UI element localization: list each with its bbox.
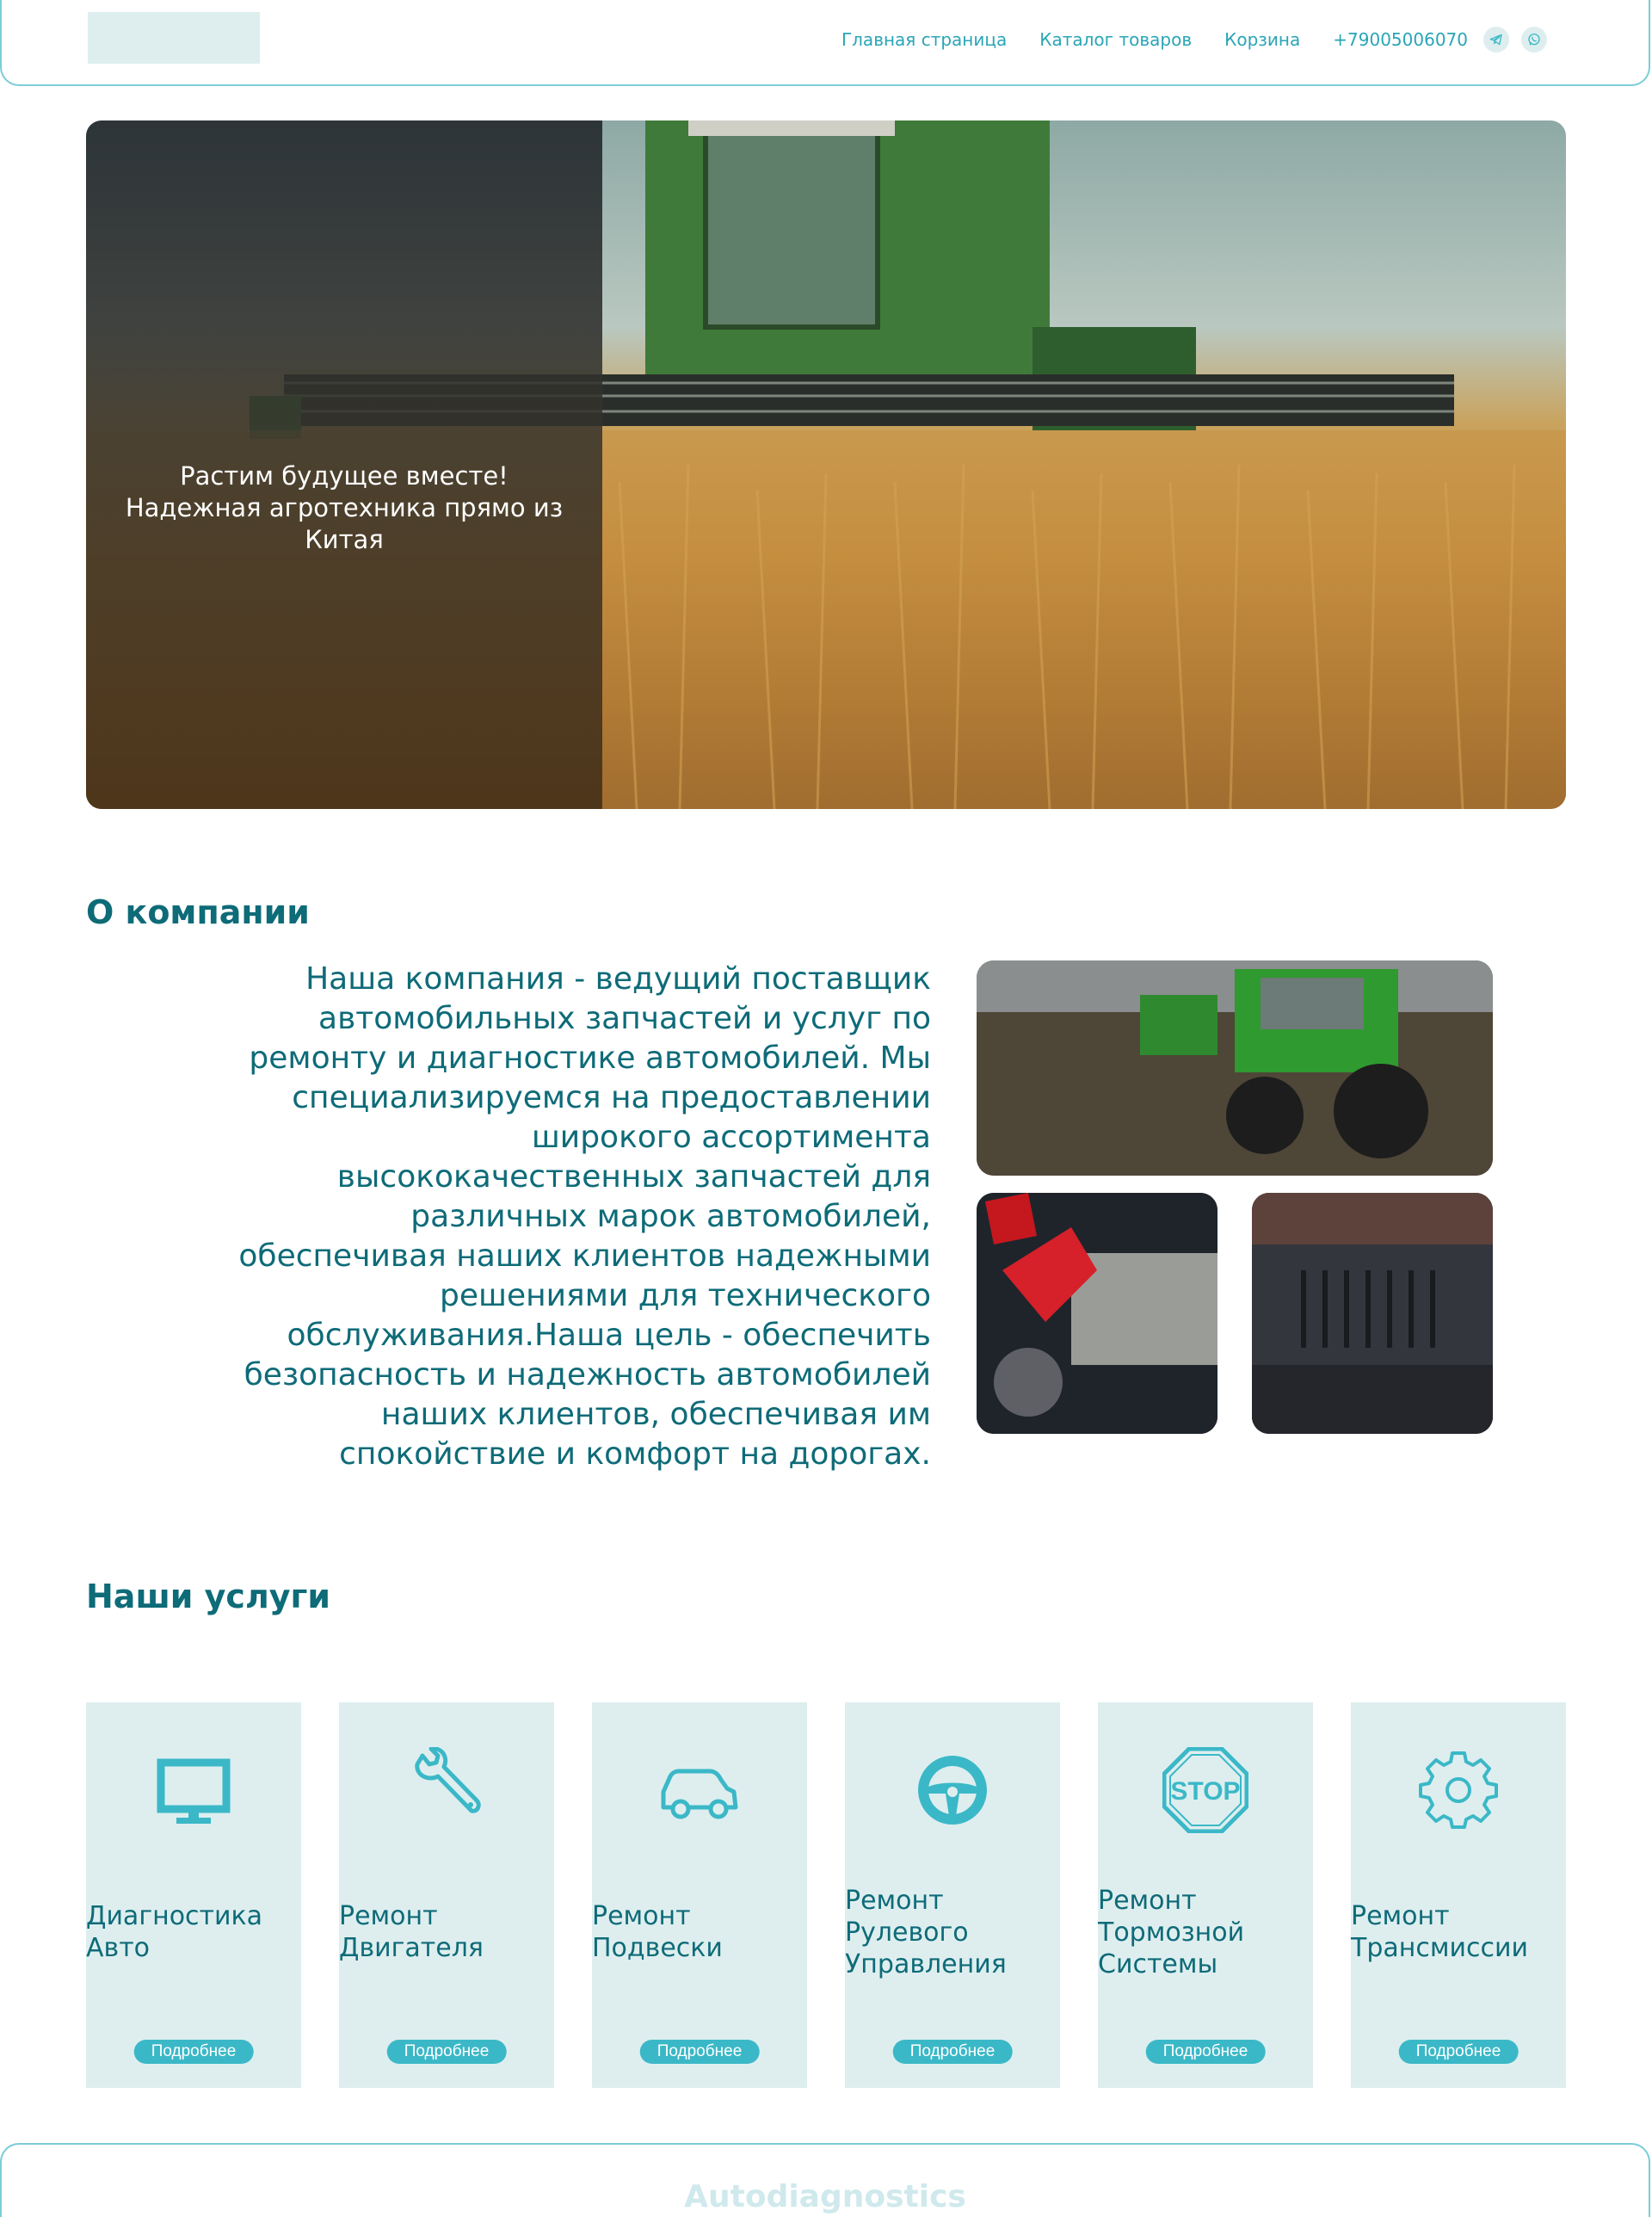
service-label: Ремонт Рулевого Управления [845,1885,1007,1979]
nav-link-cart[interactable]: Корзина [1224,29,1300,50]
service-label: Диагностика Авто [86,1901,263,1963]
gear-icon [1351,1747,1566,1833]
service-label: Ремонт Трансмиссии [1351,1901,1528,1963]
tractor-photo [977,960,1493,1176]
battery-photo [977,1193,1217,1434]
whatsapp-icon[interactable] [1521,27,1547,52]
social-links [1483,27,1547,52]
service-label: Ремонт Подвески [592,1901,723,1963]
hero-tagline: Растим будущее вместе! Надежная агротехн… [86,460,602,556]
hero-line-2: Надежная агротехника прямо из [125,493,564,522]
stop-sign-icon: STOP [1098,1747,1313,1833]
hero-line-1: Растим будущее вместе! [180,461,509,491]
hero-banner: Растим будущее вместе! Надежная агротехн… [86,120,1566,809]
details-button[interactable]: Подробнее [1145,2040,1266,2064]
services-title: Наши услуги [86,1578,331,1615]
site-header: Главная страница Каталог товаров Корзина… [0,0,1650,86]
service-label: Ремонт Двигателя [339,1901,484,1963]
details-button[interactable]: Подробнее [386,2040,507,2064]
steering-wheel-icon [845,1747,1060,1833]
details-button[interactable]: Подробнее [639,2040,760,2064]
services-list: Диагностика Авто Подробнее Ремонт Двигат… [86,1702,1566,2088]
details-button[interactable]: Подробнее [1398,2040,1519,2064]
service-label: Ремонт Тормозной Системы [1098,1885,1245,1979]
service-card-transmission[interactable]: Ремонт Трансмиссии Подробнее [1351,1702,1566,2088]
monitor-icon [86,1747,301,1833]
main-nav: Главная страница Каталог товаров Корзина… [841,26,1547,53]
nav-link-home[interactable]: Главная страница [841,29,1007,50]
car-icon [592,1747,807,1833]
about-text: Наша компания - ведущий поставщик автомо… [238,961,931,1472]
hero-line-3: Китая [305,525,384,554]
workshop-photo [1252,1193,1493,1434]
service-card-suspension[interactable]: Ремонт Подвески Подробнее [592,1702,807,2088]
telegram-icon[interactable] [1483,27,1509,52]
site-footer: Autodiagnostics [0,2143,1650,2217]
details-button[interactable]: Подробнее [133,2040,254,2064]
logo[interactable] [88,12,260,64]
footer-brand: Autodiagnostics [684,2179,966,2214]
wrench-icon [339,1747,554,1833]
phone-link[interactable]: +79005006070 [1333,29,1468,50]
details-button[interactable]: Подробнее [892,2040,1013,2064]
svg-text:STOP: STOP [1170,1777,1240,1806]
service-card-engine[interactable]: Ремонт Двигателя Подробнее [339,1702,554,2088]
about-title: О компании [86,893,310,931]
service-card-diagnostics[interactable]: Диагностика Авто Подробнее [86,1702,301,2088]
service-card-brakes[interactable]: STOP Ремонт Тормозной Системы Подробнее [1098,1702,1313,2088]
service-card-steering[interactable]: Ремонт Рулевого Управления Подробнее [845,1702,1060,2088]
nav-link-catalog[interactable]: Каталог товаров [1039,29,1192,50]
